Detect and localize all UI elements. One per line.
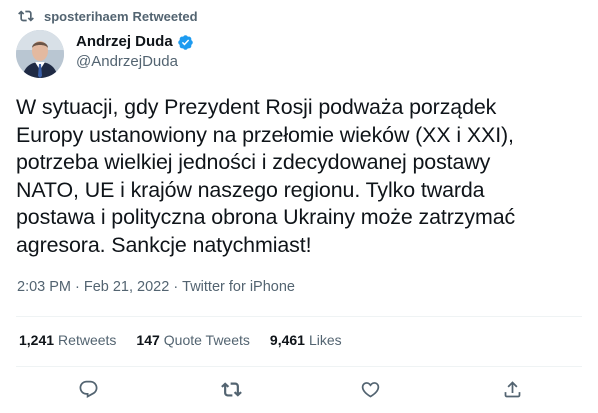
retweeter-name[interactable]: sposterihaem — [44, 9, 129, 24]
divider — [16, 316, 582, 317]
author-handle[interactable]: @AndrzejDuda — [76, 52, 194, 72]
quote-tweets-count: 147 — [136, 332, 160, 348]
retweet-icon — [18, 8, 34, 24]
share-button[interactable] — [499, 376, 525, 402]
quote-tweets-label: Quote Tweets — [163, 332, 250, 348]
likes-count: 9,461 — [269, 332, 305, 348]
tweet-text-line: W sytuacji, gdy Prezydent Rosji podważa … — [16, 95, 497, 119]
tweet-card: sposterihaem Retweeted Andrzej Duda @And… — [0, 0, 598, 413]
like-icon — [360, 379, 381, 400]
reply-icon — [78, 379, 99, 400]
display-name[interactable]: Andrzej Duda — [76, 32, 173, 52]
tweet-meta: 2:03 PM · Feb 21, 2022 · Twitter for iPh… — [17, 279, 295, 295]
meta-separator: · — [75, 279, 80, 295]
tweet-text: W sytuacji, gdy Prezydent Rosji podważa … — [16, 94, 586, 259]
retweet-context[interactable]: sposterihaem Retweeted — [18, 8, 198, 24]
tweet-source[interactable]: Twitter for iPhone — [182, 279, 295, 295]
action-bar — [0, 376, 598, 402]
tweet-text-line: postawa i polityczna obrona Ukrainy może… — [16, 205, 516, 229]
tweet-text-line: agresora. Sankcje natychmiast! — [16, 232, 312, 257]
retweet-label: Retweeted — [132, 8, 198, 24]
verified-badge-icon — [177, 34, 194, 51]
meta-separator: · — [173, 279, 179, 295]
share-icon — [502, 379, 523, 400]
divider — [16, 366, 582, 367]
tweet-text-line: potrzeba wielkiej jedności i zdecydowane… — [16, 150, 491, 174]
retweets-count: 1,241 — [19, 332, 55, 348]
quote-tweets-stat[interactable]: 147 Quote Tweets — [136, 332, 250, 348]
reply-button[interactable] — [75, 376, 101, 402]
like-button[interactable] — [357, 376, 383, 402]
likes-label: Likes — [308, 332, 342, 348]
retweet-button[interactable] — [218, 376, 244, 402]
likes-stat[interactable]: 9,461 Likes — [270, 332, 342, 348]
avatar[interactable] — [16, 30, 64, 78]
retweet-icon — [220, 379, 242, 400]
retweets-label: Retweets — [58, 332, 117, 348]
tweet-time[interactable]: 2:03 PM — [17, 279, 71, 295]
engagement-stats: 1,241 Retweets 147 Quote Tweets 9,461 Li… — [19, 332, 342, 348]
tweet-date[interactable]: Feb 21, 2022 — [84, 279, 169, 295]
tweet-text-line: NATO, UE i krajów naszego regionu. Tylko… — [16, 177, 485, 202]
tweet-text-line: Europy ustanowiony na przełomie wieków (… — [16, 122, 514, 147]
author-block: Andrzej Duda @AndrzejDuda — [16, 30, 194, 78]
retweets-stat[interactable]: 1,241 Retweets — [19, 332, 116, 348]
